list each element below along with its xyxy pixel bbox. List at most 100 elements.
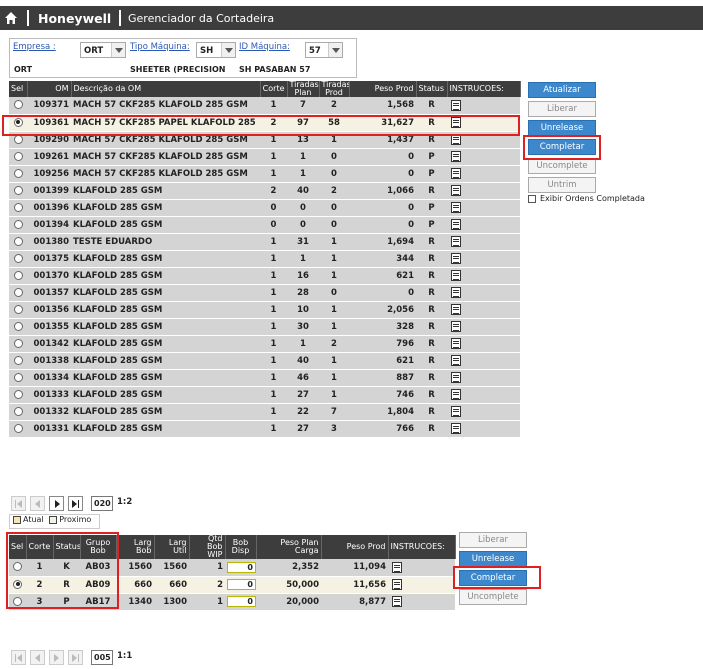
checkbox-icon[interactable] — [528, 194, 536, 203]
table-row[interactable]: 001356 KLAFOLD 285 GSM 1 10 1 2,056 R — [9, 301, 520, 319]
table-row[interactable]: 001399 KLAFOLD 285 GSM 2 40 2 1,066 R — [9, 182, 520, 200]
radio-icon[interactable] — [13, 151, 23, 161]
instructions-cell[interactable] — [447, 267, 520, 285]
instructions-cell[interactable] — [388, 559, 455, 577]
row-select-radio[interactable] — [9, 97, 27, 115]
table-row[interactable]: 001380 TESTE EDUARDO 1 31 1 1,694 R — [9, 233, 520, 251]
col-tiradas-plan[interactable]: Tiradas Plan — [287, 81, 320, 97]
col-descricao[interactable]: Descrição da OM — [71, 81, 261, 97]
table-row[interactable]: 001355 KLAFOLD 285 GSM 1 30 1 328 R — [9, 318, 520, 336]
table-row[interactable]: 001342 KLAFOLD 285 GSM 1 1 2 796 R — [9, 335, 520, 353]
document-icon[interactable] — [451, 270, 461, 281]
unrelease-button[interactable]: Unrelease — [528, 120, 596, 136]
radio-icon[interactable] — [13, 168, 23, 178]
row-select-radio[interactable] — [9, 335, 27, 353]
instructions-cell[interactable] — [447, 250, 520, 268]
document-icon[interactable] — [451, 202, 461, 213]
instructions-cell[interactable] — [447, 165, 520, 183]
row-select-radio[interactable] — [9, 284, 27, 302]
document-icon[interactable] — [451, 321, 461, 332]
col-larg-bob[interactable]: Larg Bob — [116, 535, 155, 559]
table-row[interactable]: 001357 KLAFOLD 285 GSM 1 28 0 0 R — [9, 284, 520, 302]
col-larg-util[interactable]: Larg Util — [154, 535, 190, 559]
document-icon[interactable] — [451, 99, 461, 111]
row-select-radio[interactable] — [9, 352, 27, 370]
document-icon[interactable] — [392, 561, 402, 573]
prev-page-button[interactable] — [30, 650, 45, 665]
table-row[interactable]: 109256 MACH 57 CKF285 KLAFOLD 285 GSM 1 1 0 0… — [9, 165, 520, 183]
radio-icon[interactable] — [13, 202, 23, 212]
instructions-cell[interactable] — [447, 420, 520, 438]
table-row[interactable]: 001333 KLAFOLD 285 GSM 1 27 1 746 R — [9, 386, 520, 404]
radio-icon[interactable] — [13, 287, 23, 297]
document-icon[interactable] — [451, 168, 461, 179]
instructions-cell[interactable] — [447, 199, 520, 217]
row-select-radio[interactable] — [9, 233, 27, 251]
document-icon[interactable] — [451, 372, 461, 383]
instructions-cell[interactable] — [447, 352, 520, 370]
table-row[interactable]: 001332 KLAFOLD 285 GSM 1 22 7 1,804 R — [9, 403, 520, 421]
row-select-radio[interactable] — [9, 182, 27, 200]
document-icon[interactable] — [451, 287, 461, 298]
prev-page-button[interactable] — [30, 496, 45, 511]
row-select-radio[interactable] — [9, 369, 27, 387]
document-icon[interactable] — [451, 236, 461, 247]
atualizar-button[interactable]: Atualizar — [528, 82, 596, 98]
row-select-radio[interactable] — [9, 301, 27, 319]
id-maquina-label[interactable]: ID Máquina: — [239, 42, 290, 52]
radio-icon[interactable] — [13, 100, 23, 110]
col-peso-prod[interactable]: Peso Prod — [349, 81, 417, 97]
document-icon[interactable] — [392, 596, 402, 607]
home-icon[interactable] — [4, 11, 18, 25]
document-icon[interactable] — [451, 253, 461, 264]
radio-icon[interactable] — [13, 219, 23, 229]
document-icon[interactable] — [451, 423, 461, 434]
table-row[interactable]: 001370 KLAFOLD 285 GSM 1 16 1 621 R — [9, 267, 520, 285]
instructions-cell[interactable] — [447, 318, 520, 336]
instructions-cell[interactable] — [447, 301, 520, 319]
empresa-select[interactable]: ORT — [80, 42, 126, 58]
col-peso-plan-carga[interactable]: Peso Plan Carga — [256, 535, 322, 559]
row-select-radio[interactable] — [9, 199, 27, 217]
document-icon[interactable] — [451, 355, 461, 366]
untrim-button[interactable]: Untrim — [528, 177, 596, 193]
table-row[interactable]: 001331 KLAFOLD 285 GSM 1 27 3 766 R — [9, 420, 520, 438]
next-page-button[interactable] — [49, 496, 64, 511]
document-icon[interactable] — [451, 185, 461, 196]
instructions-cell[interactable] — [388, 576, 455, 594]
row-select-radio[interactable] — [9, 318, 27, 336]
table-row[interactable]: 109371 MACH 57 CKF285 KLAFOLD 285 GSM 1 7 2 1… — [9, 97, 520, 115]
row-select-radio[interactable] — [9, 165, 27, 183]
empresa-label[interactable]: Empresa : — [13, 42, 56, 52]
radio-icon[interactable] — [13, 338, 23, 348]
col-peso-prod[interactable]: Peso Prod — [321, 535, 389, 559]
col-status[interactable]: Status — [416, 81, 448, 97]
first-page-button[interactable] — [11, 496, 26, 511]
row-select-radio[interactable] — [9, 216, 27, 234]
col-bob-disp[interactable]: Bob Disp — [225, 535, 257, 559]
radio-icon[interactable] — [13, 253, 23, 263]
page-size-input[interactable]: 005 — [91, 650, 113, 665]
document-icon[interactable] — [451, 151, 461, 162]
radio-icon[interactable] — [13, 270, 23, 280]
instructions-cell[interactable] — [447, 182, 520, 200]
first-page-button[interactable] — [11, 650, 26, 665]
instructions-cell[interactable] — [447, 284, 520, 302]
table-row[interactable]: 001375 KLAFOLD 285 GSM 1 1 1 344 R — [9, 250, 520, 268]
instructions-cell[interactable] — [447, 216, 520, 234]
exibir-completadas-checkbox[interactable]: Exibir Ordens Completada — [528, 194, 645, 203]
table-row[interactable]: 001396 KLAFOLD 285 GSM 0 0 0 0 P — [9, 199, 520, 217]
row-select-radio[interactable] — [9, 403, 27, 421]
document-icon[interactable] — [451, 219, 461, 230]
radio-icon[interactable] — [13, 389, 23, 399]
document-icon[interactable] — [451, 304, 461, 315]
row-select-radio[interactable] — [9, 267, 27, 285]
document-icon[interactable] — [451, 338, 461, 349]
instructions-cell[interactable] — [447, 148, 520, 166]
tipo-maquina-select[interactable]: SH — [196, 42, 236, 58]
instructions-cell[interactable] — [447, 386, 520, 404]
row-select-radio[interactable] — [9, 250, 27, 268]
table-row[interactable]: 001394 KLAFOLD 285 GSM 0 0 0 0 P — [9, 216, 520, 234]
radio-icon[interactable] — [13, 423, 23, 433]
table-row[interactable]: 001338 KLAFOLD 285 GSM 1 40 1 621 R — [9, 352, 520, 370]
